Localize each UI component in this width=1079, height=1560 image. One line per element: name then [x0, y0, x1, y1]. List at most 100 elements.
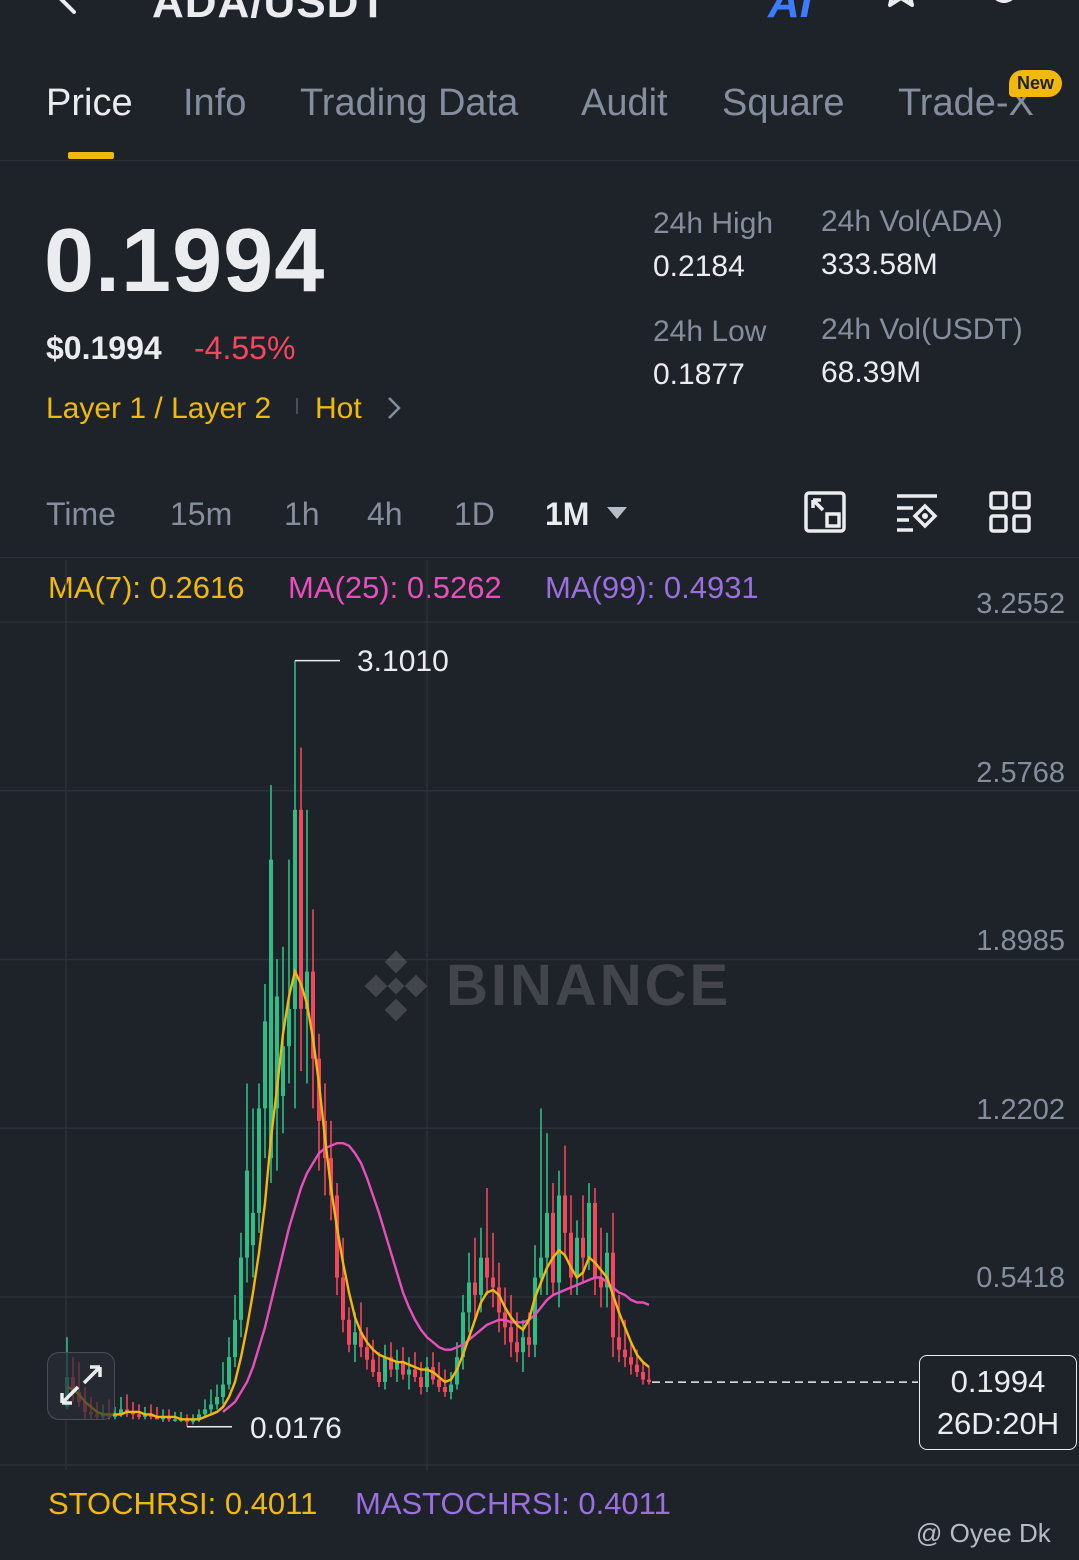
layout-grid-icon[interactable] [988, 490, 1032, 534]
candle [209, 1389, 213, 1415]
bell-icon[interactable] [976, 0, 1032, 20]
candle [491, 1232, 495, 1308]
tag-separator [296, 398, 298, 414]
candle-body [587, 1202, 591, 1258]
interval-time[interactable]: Time [46, 496, 116, 533]
candle-body [173, 1419, 177, 1421]
moving-averages [66, 968, 650, 1421]
candle-body [527, 1337, 531, 1345]
watermark-text: BINANCE [446, 953, 732, 1018]
usd-price: $0.1994 [46, 330, 162, 366]
interval-1h[interactable]: 1h [284, 496, 320, 533]
pair-title[interactable]: ADA/USDT [152, 0, 387, 28]
candle [551, 1183, 555, 1295]
candle-body [221, 1384, 225, 1397]
candle-body [635, 1364, 639, 1373]
candle [215, 1384, 219, 1410]
candle [515, 1312, 519, 1363]
chart-fullscreen-icon[interactable] [803, 490, 847, 534]
candle [419, 1362, 423, 1395]
candle-body [539, 1257, 543, 1278]
interval-1d[interactable]: 1D [454, 496, 495, 533]
expand-icon [60, 1365, 102, 1405]
price-markers [187, 659, 918, 1428]
candle [233, 1294, 237, 1368]
candle-body [413, 1369, 417, 1378]
candle [605, 1232, 609, 1308]
active-tab-indicator [68, 152, 114, 159]
candle-body [233, 1319, 237, 1358]
high-marker-label: 3.1010 [357, 645, 449, 678]
ai-icon[interactable]: AI [768, 0, 812, 28]
candle-body [269, 859, 273, 1159]
stochrsi-legend: STOCHRSI: 0.4011 [48, 1486, 318, 1521]
category-tag[interactable]: Layer 1 / Layer 2 [46, 392, 271, 426]
interval-4h[interactable]: 4h [367, 496, 403, 533]
high-label: 24h High [653, 207, 774, 240]
candle-body [623, 1349, 627, 1358]
candle-body [353, 1332, 357, 1345]
chevron-right-icon[interactable] [384, 394, 404, 422]
candle [641, 1362, 645, 1385]
caret-down-icon[interactable] [606, 506, 628, 520]
candle-body [371, 1359, 375, 1373]
candle-body [245, 1170, 249, 1258]
expand-chart-button[interactable] [47, 1352, 115, 1420]
candle [431, 1352, 435, 1385]
vol-base-value: 333.58M [821, 248, 938, 281]
candle-body [203, 1409, 207, 1415]
tab-price[interactable]: Price [46, 82, 133, 125]
candle [239, 1232, 243, 1338]
indicator-settings-icon[interactable] [895, 490, 939, 534]
candle [563, 1145, 567, 1258]
candle-body [257, 1108, 261, 1213]
ma25-line [222, 1142, 650, 1413]
candle-body [521, 1337, 525, 1353]
candle-body [509, 1327, 513, 1343]
candle [365, 1327, 369, 1370]
candle-body [347, 1319, 351, 1345]
candle-body [563, 1195, 567, 1233]
low-value: 0.1877 [653, 358, 745, 391]
candle [377, 1352, 381, 1388]
candle-body [137, 1414, 141, 1417]
tab-trading-data[interactable]: Trading Data [300, 82, 518, 125]
tab-square[interactable]: Square [722, 82, 845, 125]
candle-body [641, 1372, 645, 1380]
candle-body [473, 1282, 477, 1295]
candle-body [407, 1369, 411, 1375]
candle [287, 859, 291, 1084]
candle [251, 1108, 255, 1278]
ma7-line [66, 968, 650, 1421]
candle-body [479, 1257, 483, 1295]
tab-audit[interactable]: Audit [581, 82, 668, 125]
candle-body [287, 1008, 291, 1047]
candle-body [581, 1237, 585, 1258]
candle [347, 1307, 351, 1353]
candle [503, 1287, 507, 1345]
interval-1m[interactable]: 1M [545, 496, 589, 533]
candle-body [377, 1372, 381, 1383]
candle-body [515, 1342, 519, 1353]
hot-tag[interactable]: Hot [315, 392, 362, 426]
binance-watermark: BINANCE [360, 950, 732, 1022]
vol-base-label: 24h Vol(ADA) [821, 205, 1003, 238]
y-tick-label: 2.5768 [976, 757, 1065, 789]
tab-info[interactable]: Info [183, 82, 246, 125]
star-icon[interactable] [878, 0, 924, 20]
current-price-value: 0.1994 [950, 1364, 1046, 1399]
candle [263, 984, 267, 1159]
candle [509, 1294, 513, 1358]
candle [245, 1083, 249, 1283]
price-change-percent: -4.55% [194, 330, 296, 366]
candle [131, 1401, 135, 1420]
candle-body [647, 1379, 651, 1383]
candle [383, 1344, 387, 1390]
interval-15m[interactable]: 15m [170, 496, 232, 533]
current-price-label[interactable]: 0.1994 26D:20H [919, 1355, 1077, 1450]
back-icon[interactable] [50, 0, 86, 18]
candle [407, 1357, 411, 1390]
candle-body [551, 1212, 555, 1283]
candle-body [467, 1282, 471, 1313]
candle-body [209, 1404, 213, 1410]
